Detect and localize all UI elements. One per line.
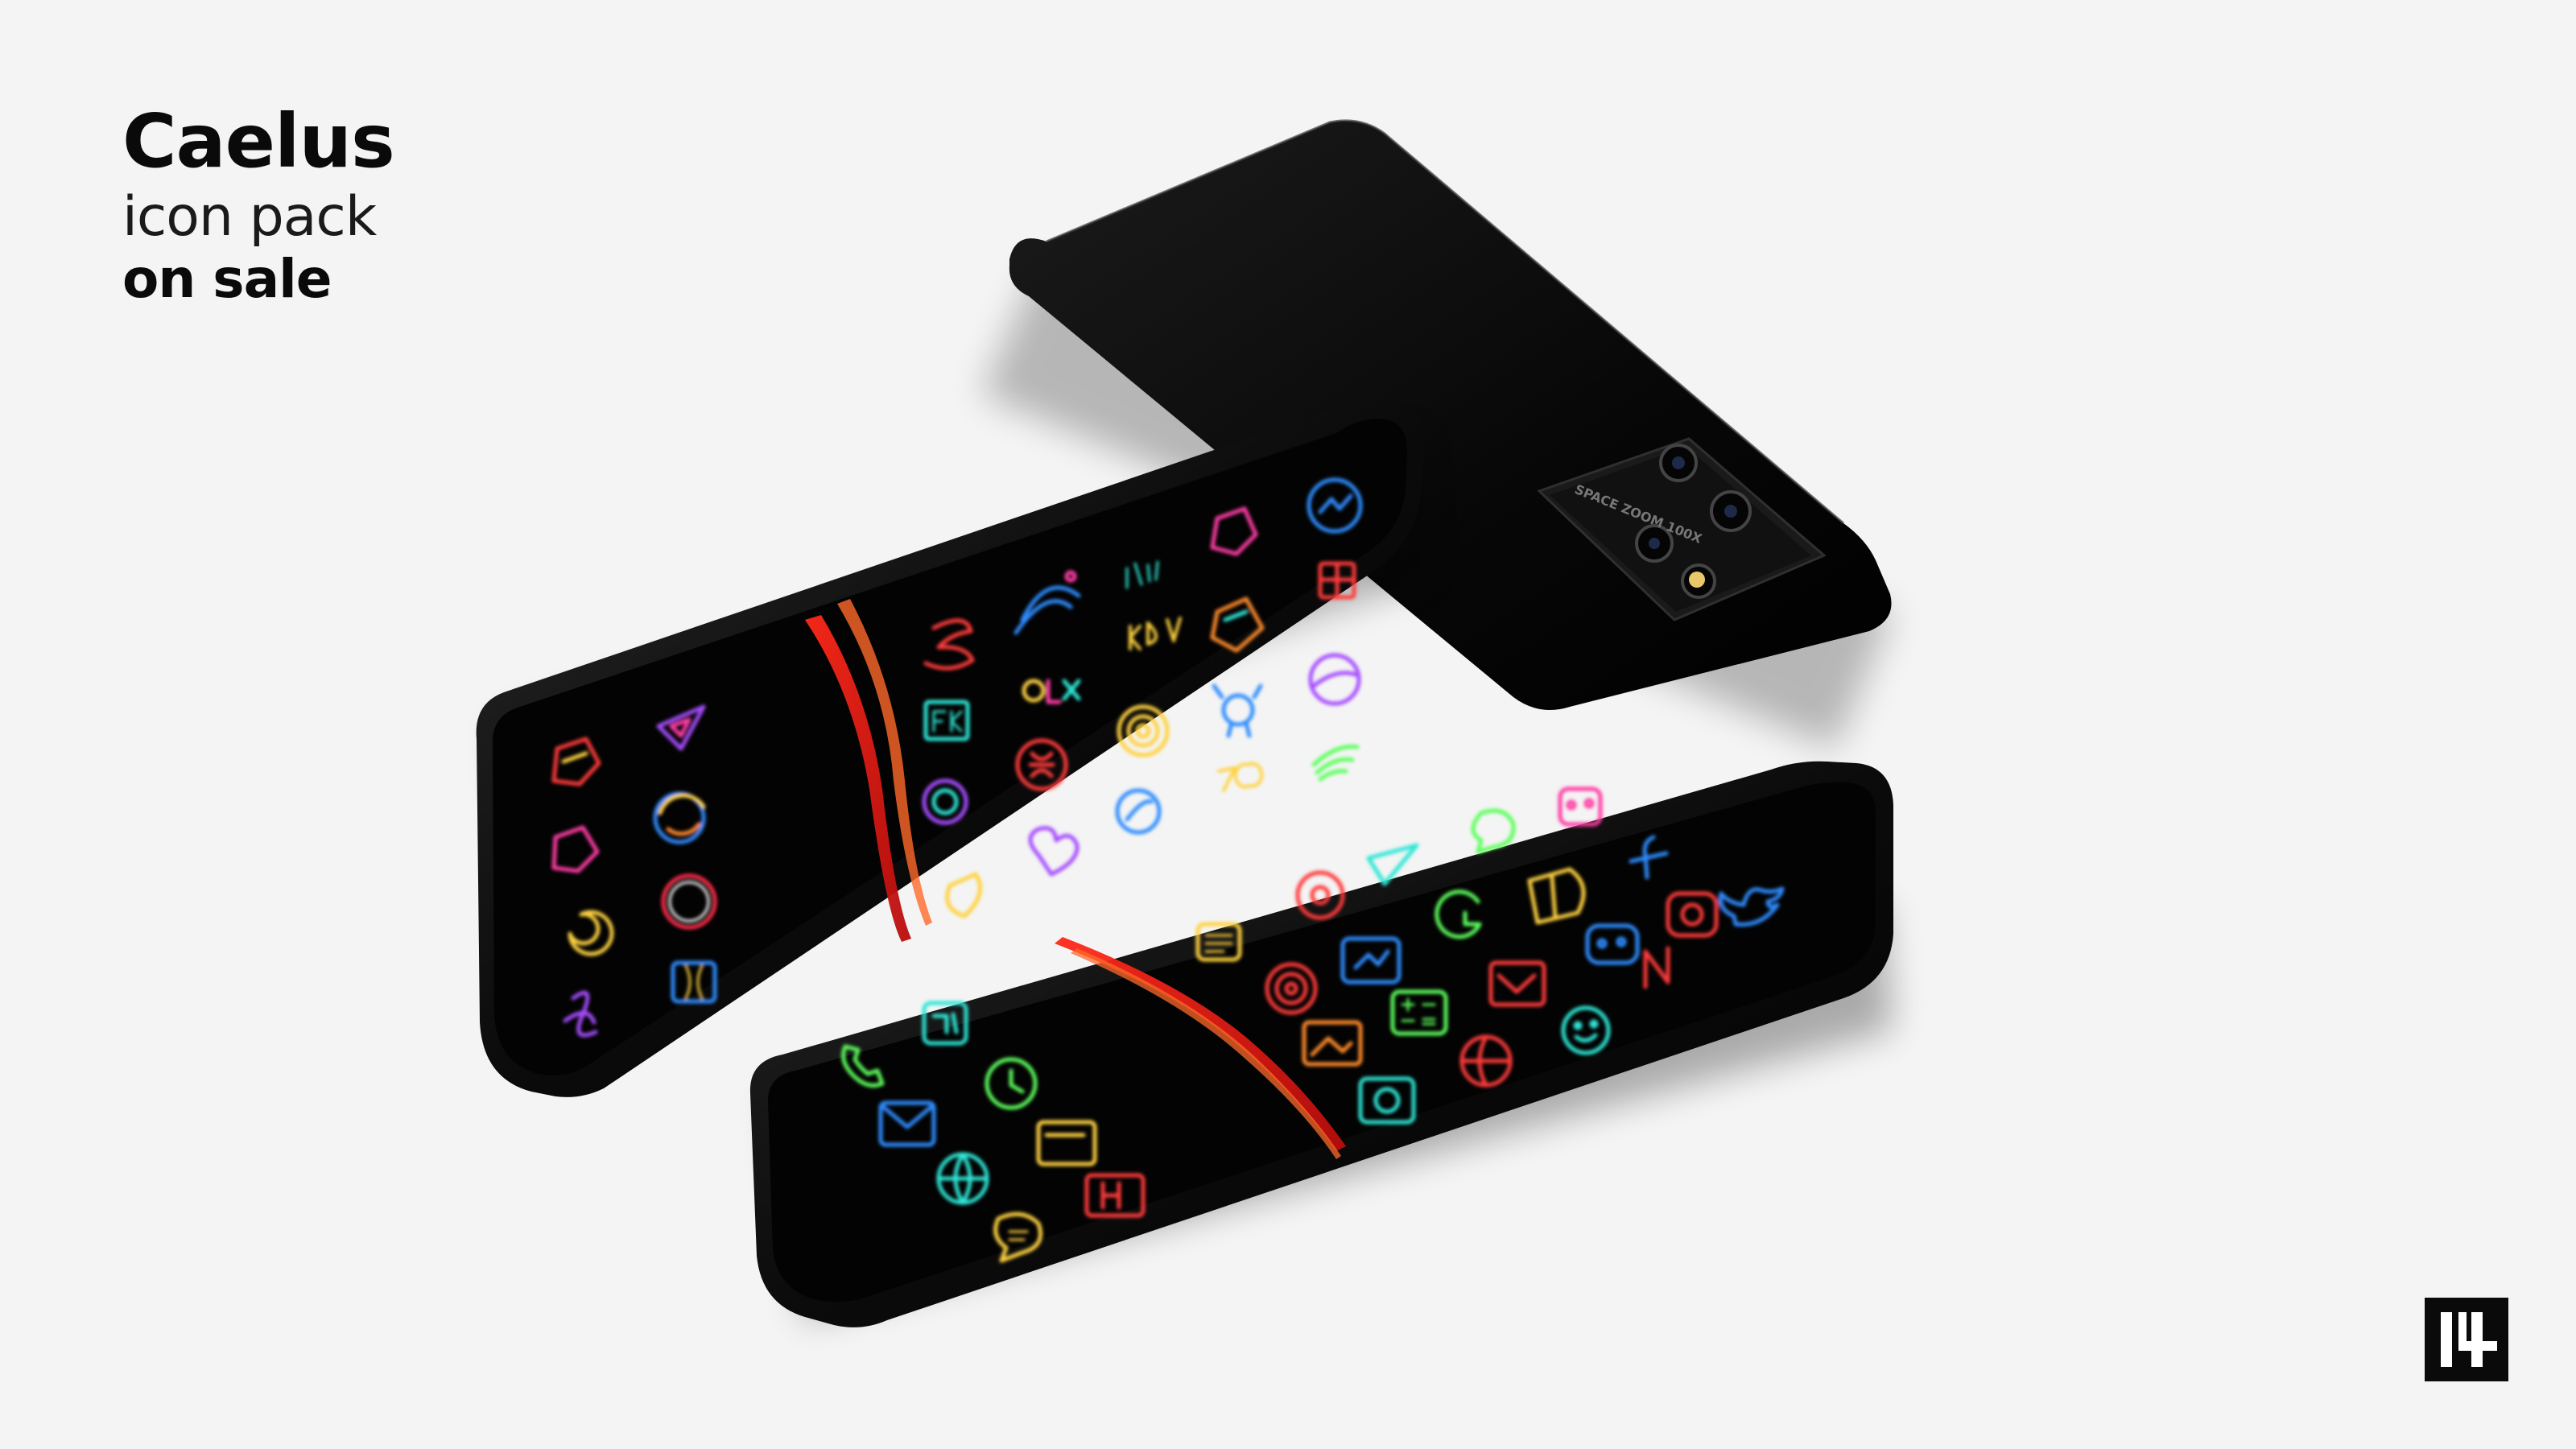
heart-icon[interactable] — [1028, 826, 1080, 877]
bug-icon[interactable] — [1212, 683, 1263, 738]
chat-bubble-icon[interactable] — [1471, 808, 1516, 854]
planet-icon[interactable] — [1308, 653, 1361, 706]
app-subtitle: icon pack — [122, 185, 377, 249]
number-70-icon[interactable] — [1217, 762, 1264, 792]
feather-icon[interactable] — [1115, 788, 1162, 835]
pin-icon[interactable] — [945, 872, 983, 919]
headline: Caelus icon pack on sale — [122, 98, 395, 310]
robot-icon[interactable] — [1558, 786, 1603, 827]
sale-tagline: on sale — [122, 248, 332, 310]
brand-logo-icon — [2425, 1298, 2508, 1381]
flash-icon — [1689, 572, 1705, 588]
app-title: Caelus — [122, 98, 395, 184]
signal-icon[interactable] — [1311, 744, 1360, 782]
